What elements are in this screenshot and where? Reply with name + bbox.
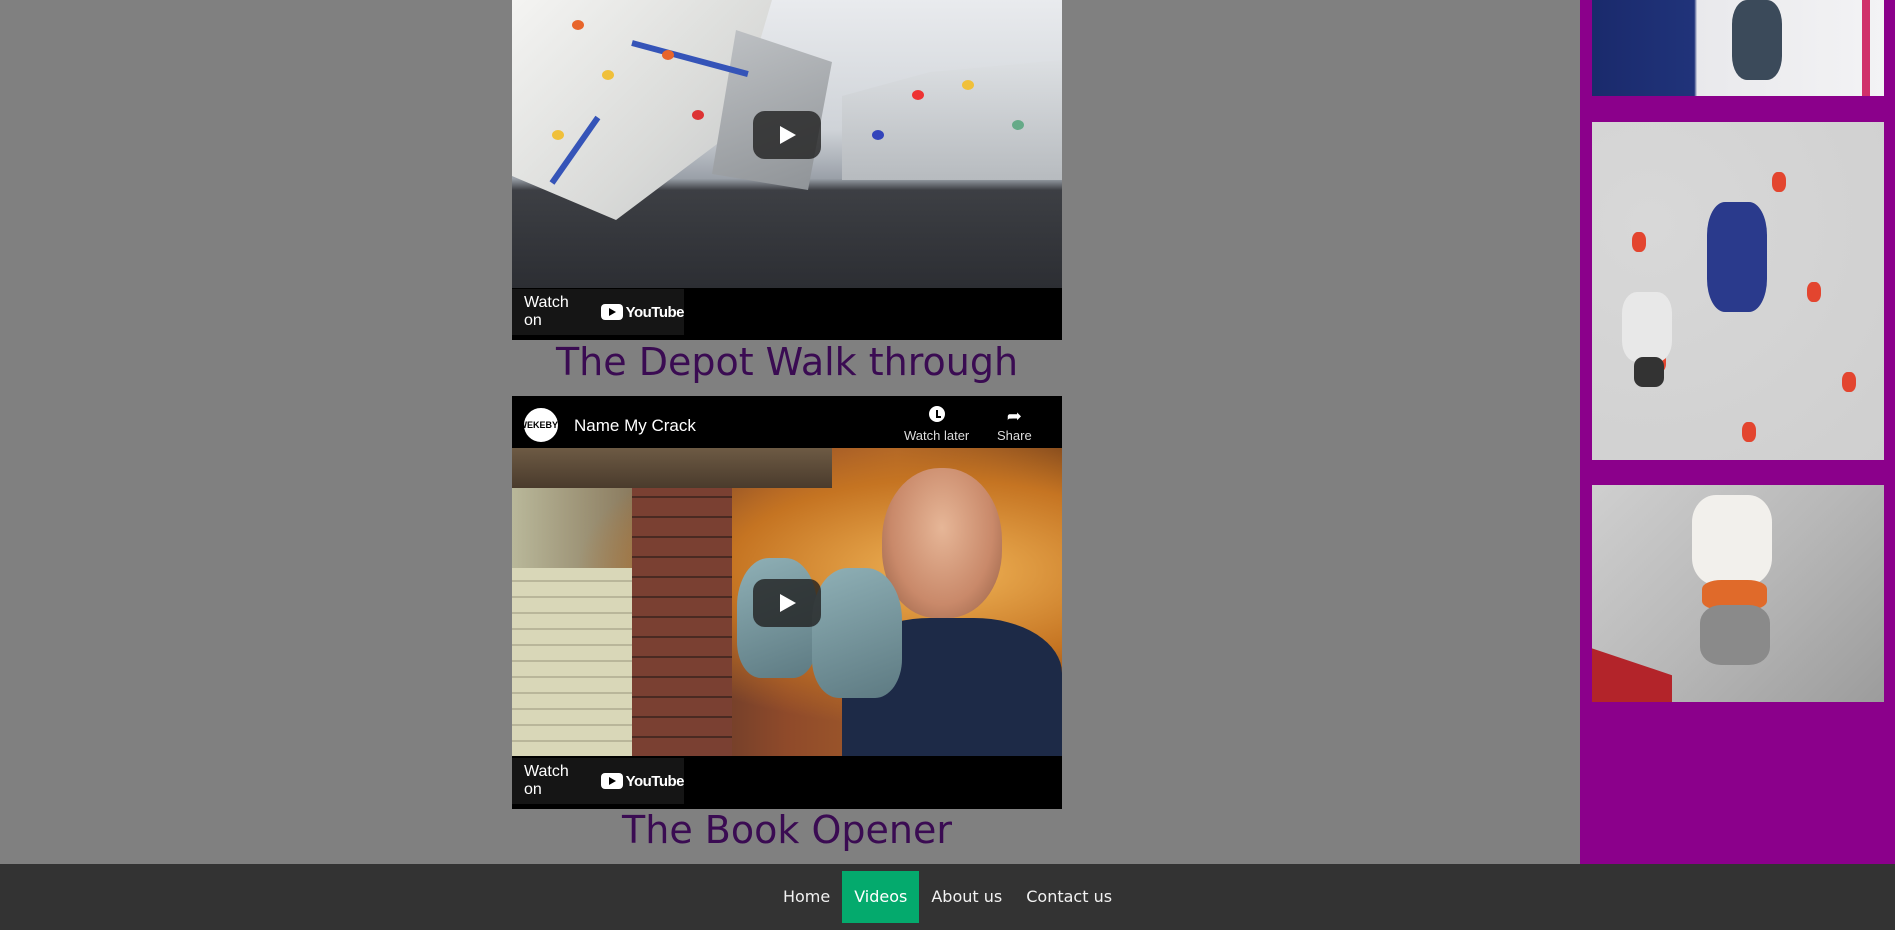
watch-on-youtube-button[interactable]: Watch on YouTube <box>512 289 685 335</box>
video-embed-depot[interactable]: Watch on YouTube <box>512 0 1062 340</box>
watch-on-label: Watch on <box>524 294 569 329</box>
sidebar-image-bouldering-climber <box>1592 485 1884 702</box>
watch-later-button[interactable]: Watch later <box>904 406 969 443</box>
watch-on-youtube-button[interactable]: Watch on YouTube <box>512 758 685 804</box>
nav-videos[interactable]: Videos <box>842 871 920 923</box>
main-content: Watch on YouTube The Depot Walk through … <box>0 0 1580 864</box>
share-arrow-icon: ➦ <box>1006 406 1022 426</box>
sidebar-image-speed-climbers <box>1592 122 1884 460</box>
watch-on-label: Watch on <box>524 763 569 798</box>
share-label: Share <box>997 428 1032 443</box>
video-title[interactable]: Name My Crack <box>574 416 696 436</box>
video-header-bar: WEKEBYT Name My Crack Watch later ➦ Shar… <box>512 396 1062 448</box>
youtube-wordmark: YouTube <box>625 303 685 321</box>
video-caption-depot: The Depot Walk through <box>555 340 1019 384</box>
nav-contact-us[interactable]: Contact us <box>1014 871 1124 923</box>
video-caption-book-opener: The Book Opener <box>622 808 952 852</box>
watch-later-label: Watch later <box>904 428 970 443</box>
channel-avatar-text: WEKEBYT <box>518 420 564 430</box>
clock-icon <box>904 406 969 428</box>
play-button[interactable] <box>753 579 821 627</box>
youtube-icon <box>600 304 623 320</box>
sidebar-image-climber-competition <box>1592 0 1884 96</box>
share-button[interactable]: ➦ Share <box>997 406 1032 443</box>
play-button[interactable] <box>753 111 821 159</box>
channel-avatar[interactable]: WEKEBYT <box>519 406 564 444</box>
nav-about-us[interactable]: About us <box>919 871 1014 923</box>
nav-home[interactable]: Home <box>771 871 842 923</box>
youtube-wordmark: YouTube <box>625 772 685 790</box>
video-embed-book-opener[interactable]: WEKEBYT Name My Crack Watch later ➦ Shar… <box>512 396 1062 809</box>
youtube-logo: YouTube <box>600 772 685 790</box>
youtube-logo: YouTube <box>600 303 685 321</box>
youtube-icon <box>600 773 623 789</box>
bottom-navbar: Home Videos About us Contact us <box>0 864 1895 930</box>
